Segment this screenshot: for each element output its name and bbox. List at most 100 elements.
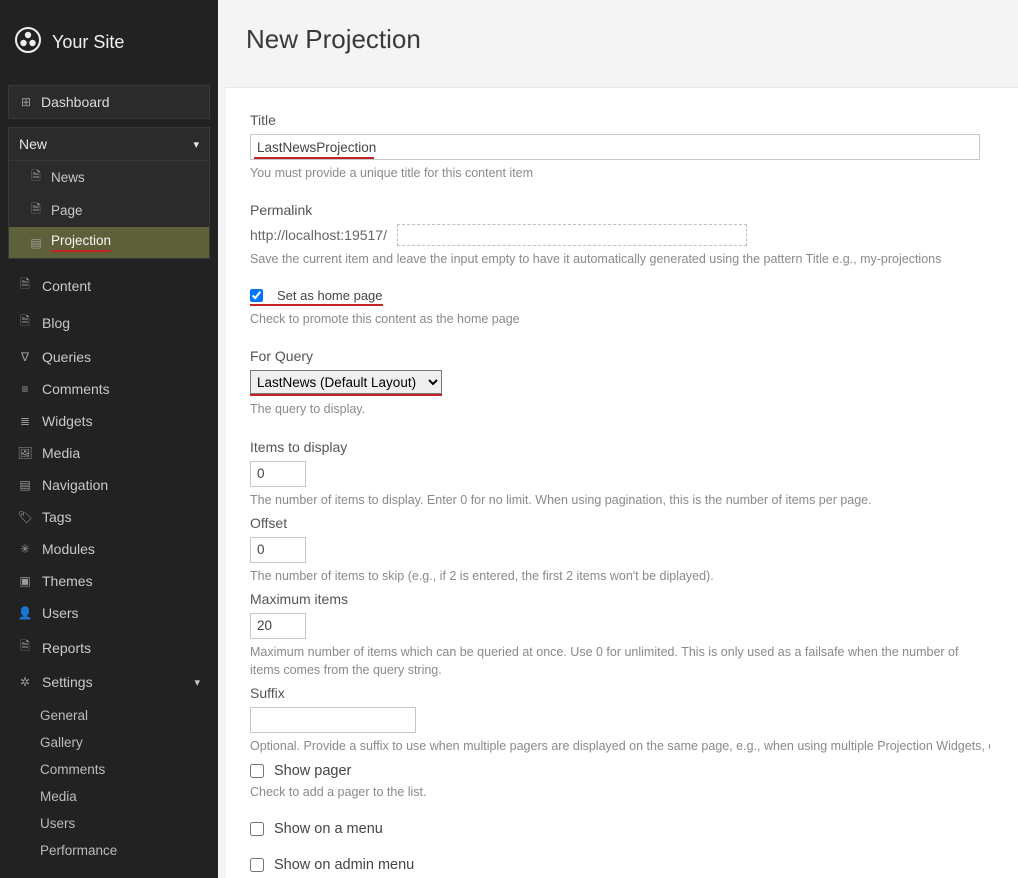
form-panel: Title You must provide a unique title fo… bbox=[226, 87, 1018, 878]
sidebar-item-label: Media bbox=[42, 445, 80, 461]
sidebar-new-header[interactable]: New ▾ bbox=[8, 127, 210, 161]
sidebar-item-widgets[interactable]: ≣ Widgets bbox=[0, 405, 218, 437]
sidebar-item-label: Content bbox=[42, 278, 91, 294]
query-hint: The query to display. bbox=[250, 400, 1018, 418]
sidebar-item-label: Queries bbox=[42, 349, 91, 365]
show-menu-label: Show on a menu bbox=[274, 821, 383, 837]
max-label: Maximum items bbox=[250, 591, 1018, 607]
field-max: Maximum items Maximum number of items wh… bbox=[250, 591, 1018, 679]
brand[interactable]: Your Site bbox=[0, 0, 218, 85]
sidebar-new-projection[interactable]: ▤ Projection bbox=[9, 227, 209, 258]
permalink-hint: Save the current item and leave the inpu… bbox=[250, 250, 1018, 268]
items-hint: The number of items to display. Enter 0 … bbox=[250, 491, 1018, 509]
sidebar-item-settings[interactable]: ✲ Settings ▾ bbox=[0, 666, 218, 698]
title-label: Title bbox=[250, 112, 1018, 128]
user-icon: 👤 bbox=[18, 606, 32, 620]
tag-icon: 🏷 bbox=[18, 510, 32, 524]
homepage-label: Set as home page bbox=[277, 288, 383, 303]
field-show-admin: Show on admin menu bbox=[250, 857, 1018, 873]
theme-icon: ▣ bbox=[18, 574, 32, 588]
pager-label: Show pager bbox=[274, 763, 351, 779]
sidebar-item-media[interactable]: 🖼 Media bbox=[0, 437, 218, 469]
settings-comments[interactable]: Comments bbox=[40, 756, 218, 783]
sidebar-item-label: Projection bbox=[51, 233, 111, 252]
brand-title: Your Site bbox=[52, 32, 124, 53]
show-menu-checkbox[interactable] bbox=[250, 822, 264, 836]
sidebar-item-navigation[interactable]: ▤ Navigation bbox=[0, 469, 218, 501]
suffix-hint: Optional. Provide a suffix to use when m… bbox=[250, 737, 990, 755]
sidebar-item-label: Reports bbox=[42, 640, 91, 656]
settings-performance[interactable]: Performance bbox=[40, 837, 218, 864]
page-title: New Projection bbox=[218, 0, 1018, 87]
sidebar-item-label: Tags bbox=[42, 509, 72, 525]
doc-icon: 🗎 bbox=[29, 167, 43, 188]
sidebar-item-queries[interactable]: ∇ Queries bbox=[0, 341, 218, 373]
doc-icon: 🗎 bbox=[18, 275, 32, 296]
settings-gallery[interactable]: Gallery bbox=[40, 729, 218, 756]
show-admin-checkbox[interactable] bbox=[250, 858, 264, 872]
sidebar-dashboard[interactable]: ⊞ Dashboard bbox=[8, 85, 210, 119]
sidebar-item-content[interactable]: 🗎 Content bbox=[0, 267, 218, 304]
highlight-underline bbox=[254, 157, 374, 159]
sidebar-item-reports[interactable]: 🗎 Reports bbox=[0, 629, 218, 666]
field-pager: Show pager Check to add a pager to the l… bbox=[250, 763, 1018, 801]
field-suffix: Suffix Optional. Provide a suffix to use… bbox=[250, 685, 1018, 755]
max-input[interactable] bbox=[250, 613, 306, 639]
sidebar-item-modules[interactable]: ✳ Modules bbox=[0, 533, 218, 565]
sidebar-item-label: News bbox=[51, 170, 85, 185]
permalink-input[interactable] bbox=[397, 224, 747, 246]
sidebar-item-users[interactable]: 👤 Users bbox=[0, 597, 218, 629]
sidebar: Your Site ⊞ Dashboard New ▾ 🗎 News 🗎 Pag… bbox=[0, 0, 218, 878]
module-icon: ✳ bbox=[18, 542, 32, 556]
sidebar-item-label: Widgets bbox=[42, 413, 93, 429]
field-homepage: Set as home page Check to promote this c… bbox=[250, 288, 1018, 328]
sidebar-item-label: Page bbox=[51, 203, 83, 218]
field-query: For Query LastNews (Default Layout) The … bbox=[250, 348, 1018, 418]
homepage-checkbox[interactable] bbox=[250, 289, 263, 302]
sidebar-new-page[interactable]: 🗎 Page bbox=[9, 194, 209, 227]
gear-icon: ✲ bbox=[18, 675, 32, 689]
permalink-label: Permalink bbox=[250, 202, 1018, 218]
list-icon: ▤ bbox=[18, 478, 32, 492]
show-admin-label: Show on admin menu bbox=[274, 857, 414, 873]
comment-icon: ≡ bbox=[18, 382, 32, 396]
field-items: Items to display The number of items to … bbox=[250, 439, 1018, 509]
settings-users[interactable]: Users bbox=[40, 810, 218, 837]
doc-icon: 🗎 bbox=[29, 200, 43, 221]
sidebar-item-label: Blog bbox=[42, 315, 70, 331]
homepage-hint: Check to promote this content as the hom… bbox=[250, 310, 1018, 328]
logo-icon bbox=[14, 26, 42, 59]
sidebar-nav: 🗎 Content 🗎 Blog ∇ Queries ≡ Comments ≣ … bbox=[0, 267, 218, 864]
report-icon: 🗎 bbox=[18, 637, 32, 658]
sidebar-item-comments[interactable]: ≡ Comments bbox=[0, 373, 218, 405]
title-hint: You must provide a unique title for this… bbox=[250, 164, 1018, 182]
sidebar-item-blog[interactable]: 🗎 Blog bbox=[0, 304, 218, 341]
filter-icon: ∇ bbox=[18, 350, 32, 364]
media-icon: 🖼 bbox=[18, 446, 32, 460]
widget-icon: ≣ bbox=[18, 414, 32, 428]
offset-label: Offset bbox=[250, 515, 1018, 531]
query-select[interactable]: LastNews (Default Layout) bbox=[250, 370, 442, 394]
sidebar-item-label: Settings bbox=[42, 674, 93, 690]
sidebar-item-tags[interactable]: 🏷 Tags bbox=[0, 501, 218, 533]
sidebar-item-themes[interactable]: ▣ Themes bbox=[0, 565, 218, 597]
chevron-down-icon: ▾ bbox=[194, 676, 200, 689]
new-label: New bbox=[19, 136, 47, 152]
sidebar-new-news[interactable]: 🗎 News bbox=[9, 161, 209, 194]
permalink-prefix: http://localhost:19517/ bbox=[250, 227, 387, 243]
suffix-input[interactable] bbox=[250, 707, 416, 733]
dashboard-label: Dashboard bbox=[41, 94, 110, 110]
query-label: For Query bbox=[250, 348, 1018, 364]
settings-general[interactable]: General bbox=[40, 702, 218, 729]
sidebar-item-label: Comments bbox=[42, 381, 110, 397]
dashboard-icon: ⊞ bbox=[19, 95, 33, 109]
chevron-down-icon: ▾ bbox=[193, 138, 199, 151]
settings-media[interactable]: Media bbox=[40, 783, 218, 810]
suffix-label: Suffix bbox=[250, 685, 1018, 701]
sidebar-item-label: Themes bbox=[42, 573, 93, 589]
pager-hint: Check to add a pager to the list. bbox=[250, 783, 1018, 801]
items-input[interactable] bbox=[250, 461, 306, 487]
pager-checkbox[interactable] bbox=[250, 764, 264, 778]
offset-input[interactable] bbox=[250, 537, 306, 563]
sidebar-item-label: Modules bbox=[42, 541, 95, 557]
